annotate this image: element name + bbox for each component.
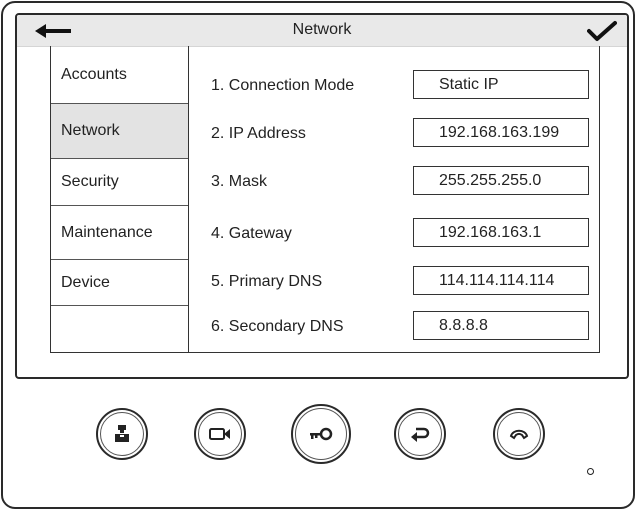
key-icon xyxy=(310,427,333,441)
monitor-person-icon xyxy=(115,425,129,442)
intercom-device: Network Accounts Network Security Mainte… xyxy=(1,1,635,509)
settings-menu: Accounts Network Security Maintenance De… xyxy=(51,46,189,352)
checkmark-icon[interactable] xyxy=(587,20,617,42)
gateway-label: 4. Gateway xyxy=(211,225,292,242)
primary-dns-label: 5. Primary DNS xyxy=(211,273,323,290)
menu-item-accounts[interactable]: Accounts xyxy=(51,46,188,104)
top-bar: Network xyxy=(17,15,627,47)
return-button[interactable] xyxy=(394,408,446,460)
secondary-dns-field[interactable]: 8.8.8.8 xyxy=(413,311,589,340)
ip-address-field[interactable]: 192.168.163.199 xyxy=(413,118,589,147)
connection-mode-field[interactable]: Static IP xyxy=(413,70,589,99)
menu-item-maintenance[interactable]: Maintenance xyxy=(51,206,188,260)
return-icon xyxy=(411,427,430,442)
menu-item-network[interactable]: Network xyxy=(51,104,188,159)
ip-address-label: 2. IP Address xyxy=(211,125,306,142)
settings-panel: Accounts Network Security Maintenance De… xyxy=(50,46,600,353)
hang-up-button[interactable] xyxy=(493,408,545,460)
hang-up-icon xyxy=(509,429,529,440)
gateway-field[interactable]: 192.168.163.1 xyxy=(413,218,589,247)
unlock-button[interactable] xyxy=(291,404,351,464)
indicator-led xyxy=(587,468,594,475)
page-title: Network xyxy=(292,21,352,38)
connection-mode-label: 1. Connection Mode xyxy=(211,77,355,94)
primary-dns-field[interactable]: 114.114.114.114 xyxy=(413,266,589,295)
monitor-button[interactable] xyxy=(96,408,148,460)
menu-item-device[interactable]: Device xyxy=(51,260,188,306)
menu-item-security[interactable]: Security xyxy=(51,159,188,206)
mask-field[interactable]: 255.255.255.0 xyxy=(413,166,589,195)
camera-icon xyxy=(209,428,230,440)
camera-button[interactable] xyxy=(194,408,246,460)
mask-label: 3. Mask xyxy=(211,173,268,190)
screen: Network Accounts Network Security Mainte… xyxy=(15,13,629,379)
secondary-dns-label: 6. Secondary DNS xyxy=(211,318,344,335)
